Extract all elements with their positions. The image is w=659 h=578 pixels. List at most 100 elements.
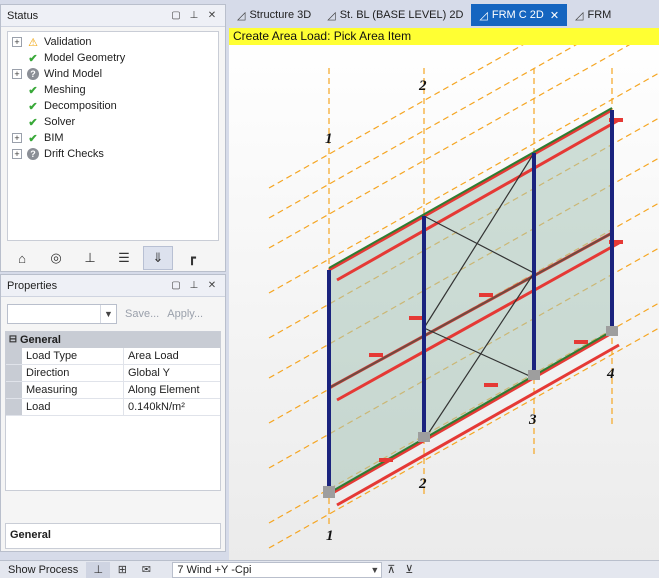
grid-label: 3	[528, 412, 537, 428]
tab-label: FRM	[587, 9, 612, 21]
property-category[interactable]: ⊟ General	[6, 332, 220, 348]
section-icon[interactable]: ┏	[177, 246, 207, 270]
property-row[interactable]: Measuring Along Element	[6, 382, 220, 399]
tree-item-wind-model[interactable]: + ? Wind Model	[12, 66, 214, 82]
properties-toolbar: ▼ Save... Apply...	[7, 303, 219, 325]
load-icon[interactable]: ⇓	[143, 246, 173, 270]
load-case-select[interactable]: 7 Wind +Y -Cpi ▼	[172, 561, 383, 578]
tree-item-label: Wind Model	[44, 68, 103, 80]
wall-panels	[329, 110, 612, 495]
properties-panel-header: Properties ▢ ⊥ ✕	[1, 275, 225, 297]
wind-icon[interactable]: ◎	[41, 246, 71, 270]
property-value[interactable]: 0.140kN/m²	[124, 399, 220, 415]
check-icon: ✔	[28, 84, 38, 97]
view-icon: ◿	[575, 9, 584, 22]
properties-panel-title: Properties	[7, 279, 58, 292]
property-row[interactable]: Direction Global Y	[6, 365, 220, 382]
tree-item-solver[interactable]: ✔ Solver	[12, 114, 214, 130]
tab-label: FRM C 2D	[491, 9, 544, 21]
tab-frm-c-2d[interactable]: ◿ FRM C 2D ✕	[471, 4, 568, 26]
property-row[interactable]: Load 0.140kN/m²	[6, 399, 220, 416]
status-toolbar: ⌂ ◎ ⊥ ☰ ⇓ ┏	[7, 245, 219, 271]
analysis-icon[interactable]: ⊥	[86, 561, 111, 578]
tree-item-label: BIM	[44, 132, 64, 144]
frame-drawing[interactable]: 1 2 1 2 3 4	[229, 28, 659, 560]
check-icon: ✔	[28, 100, 38, 113]
property-name: Load	[22, 399, 124, 415]
property-category-label: General	[20, 334, 61, 346]
tree-item-label: Drift Checks	[44, 148, 104, 160]
grid-label: 1	[325, 131, 333, 147]
expand-icon[interactable]: +	[12, 69, 22, 79]
model-viewport[interactable]: Create Area Load: Pick Area Item 1 2 1 2…	[229, 28, 659, 560]
mail-icon[interactable]: ✉	[134, 562, 158, 578]
status-panel-title: Status	[7, 9, 39, 22]
grid-label: 2	[418, 78, 427, 94]
tree-item-drift-checks[interactable]: + ? Drift Checks	[12, 146, 214, 162]
tab-label: St. BL (BASE LEVEL) 2D	[339, 9, 464, 21]
tab-label: Structure 3D	[249, 9, 312, 21]
property-value[interactable]: Global Y	[124, 365, 220, 381]
tree-item-decomposition[interactable]: ✔ Decomposition	[12, 98, 214, 114]
check-icon: ✔	[28, 52, 38, 65]
grid-label: 1	[326, 528, 334, 544]
property-name: Measuring	[22, 382, 124, 398]
view-icon: ◿	[237, 9, 246, 22]
property-value[interactable]: Area Load	[124, 348, 220, 364]
property-name: Direction	[22, 365, 124, 381]
tree-item-label: Decomposition	[44, 100, 117, 112]
check-icon: ✔	[28, 132, 38, 145]
expand-icon[interactable]: +	[12, 133, 22, 143]
structure-icon[interactable]: ⌂	[7, 246, 37, 270]
expand-icon[interactable]: +	[12, 37, 22, 47]
tab-base-level-2d[interactable]: ◿ St. BL (BASE LEVEL) 2D	[319, 4, 471, 26]
question-icon: ?	[27, 68, 39, 80]
warning-icon: ⚠	[28, 36, 38, 49]
close-icon[interactable]: ✕	[550, 9, 559, 22]
previous-icon[interactable]: ⊼	[382, 562, 400, 578]
show-process-label[interactable]: Show Process	[0, 564, 86, 576]
tree-item-model-geometry[interactable]: ✔ Model Geometry	[12, 50, 214, 66]
tree-item-label: Solver	[44, 116, 76, 128]
property-name: Load Type	[22, 348, 124, 364]
view-icon: ◿	[479, 9, 488, 22]
property-grid: ⊟ General Load Type Area Load Direction …	[5, 331, 221, 491]
grid-label: 2	[418, 476, 427, 492]
tree-item-label: Meshing	[44, 84, 86, 96]
close-icon[interactable]: ✕	[205, 279, 219, 293]
document-tabs: ◿ Structure 3D ◿ St. BL (BASE LEVEL) 2D …	[229, 4, 659, 26]
command-banner: Create Area Load: Pick Area Item	[229, 28, 659, 45]
mesh-icon[interactable]: ⊞	[110, 562, 134, 578]
expand-icon[interactable]: +	[12, 149, 22, 159]
tree-item-label: Validation	[44, 36, 92, 48]
tree-item-bim[interactable]: + ✔ BIM	[12, 130, 214, 146]
tree-item-label: Model Geometry	[44, 52, 126, 64]
preset-select[interactable]: ▼	[7, 304, 117, 324]
status-panel: Status ▢ ⊥ ✕ + ⚠ Validation ✔ Model Geom…	[0, 4, 226, 272]
dropdown-icon[interactable]: ▢	[169, 279, 183, 293]
levels-icon[interactable]: ☰	[109, 246, 139, 270]
collapse-icon[interactable]: ⊟	[6, 332, 20, 348]
status-bar: Show Process ⊥ ⊞ ✉ 7 Wind +Y -Cpi ▼ ⊼ ⊻	[0, 560, 659, 578]
tree-item-validation[interactable]: + ⚠ Validation	[12, 34, 214, 50]
close-icon[interactable]: ✕	[205, 9, 219, 23]
status-tree: + ⚠ Validation ✔ Model Geometry + ? Wind…	[7, 31, 219, 241]
check-icon: ✔	[28, 116, 38, 129]
pin-icon[interactable]: ⊥	[187, 279, 201, 293]
support-icon[interactable]: ⊥	[75, 246, 105, 270]
pin-icon[interactable]: ⊥	[187, 9, 201, 23]
save-button[interactable]: Save...	[125, 308, 159, 320]
property-row[interactable]: Load Type Area Load	[6, 348, 220, 365]
question-icon: ?	[27, 148, 39, 160]
property-value[interactable]: Along Element	[124, 382, 220, 398]
chevron-down-icon: ▼	[100, 305, 116, 323]
load-case-value: 7 Wind +Y -Cpi	[177, 563, 252, 576]
properties-panel: Properties ▢ ⊥ ✕ ▼ Save... Apply... ⊟ Ge…	[0, 274, 226, 552]
tree-item-meshing[interactable]: ✔ Meshing	[12, 82, 214, 98]
dropdown-icon[interactable]: ▢	[169, 9, 183, 23]
property-description: General	[5, 523, 221, 549]
tab-frm[interactable]: ◿ FRM	[567, 4, 619, 26]
tab-structure-3d[interactable]: ◿ Structure 3D	[229, 4, 319, 26]
next-icon[interactable]: ⊻	[400, 562, 418, 578]
apply-button[interactable]: Apply...	[167, 308, 203, 320]
